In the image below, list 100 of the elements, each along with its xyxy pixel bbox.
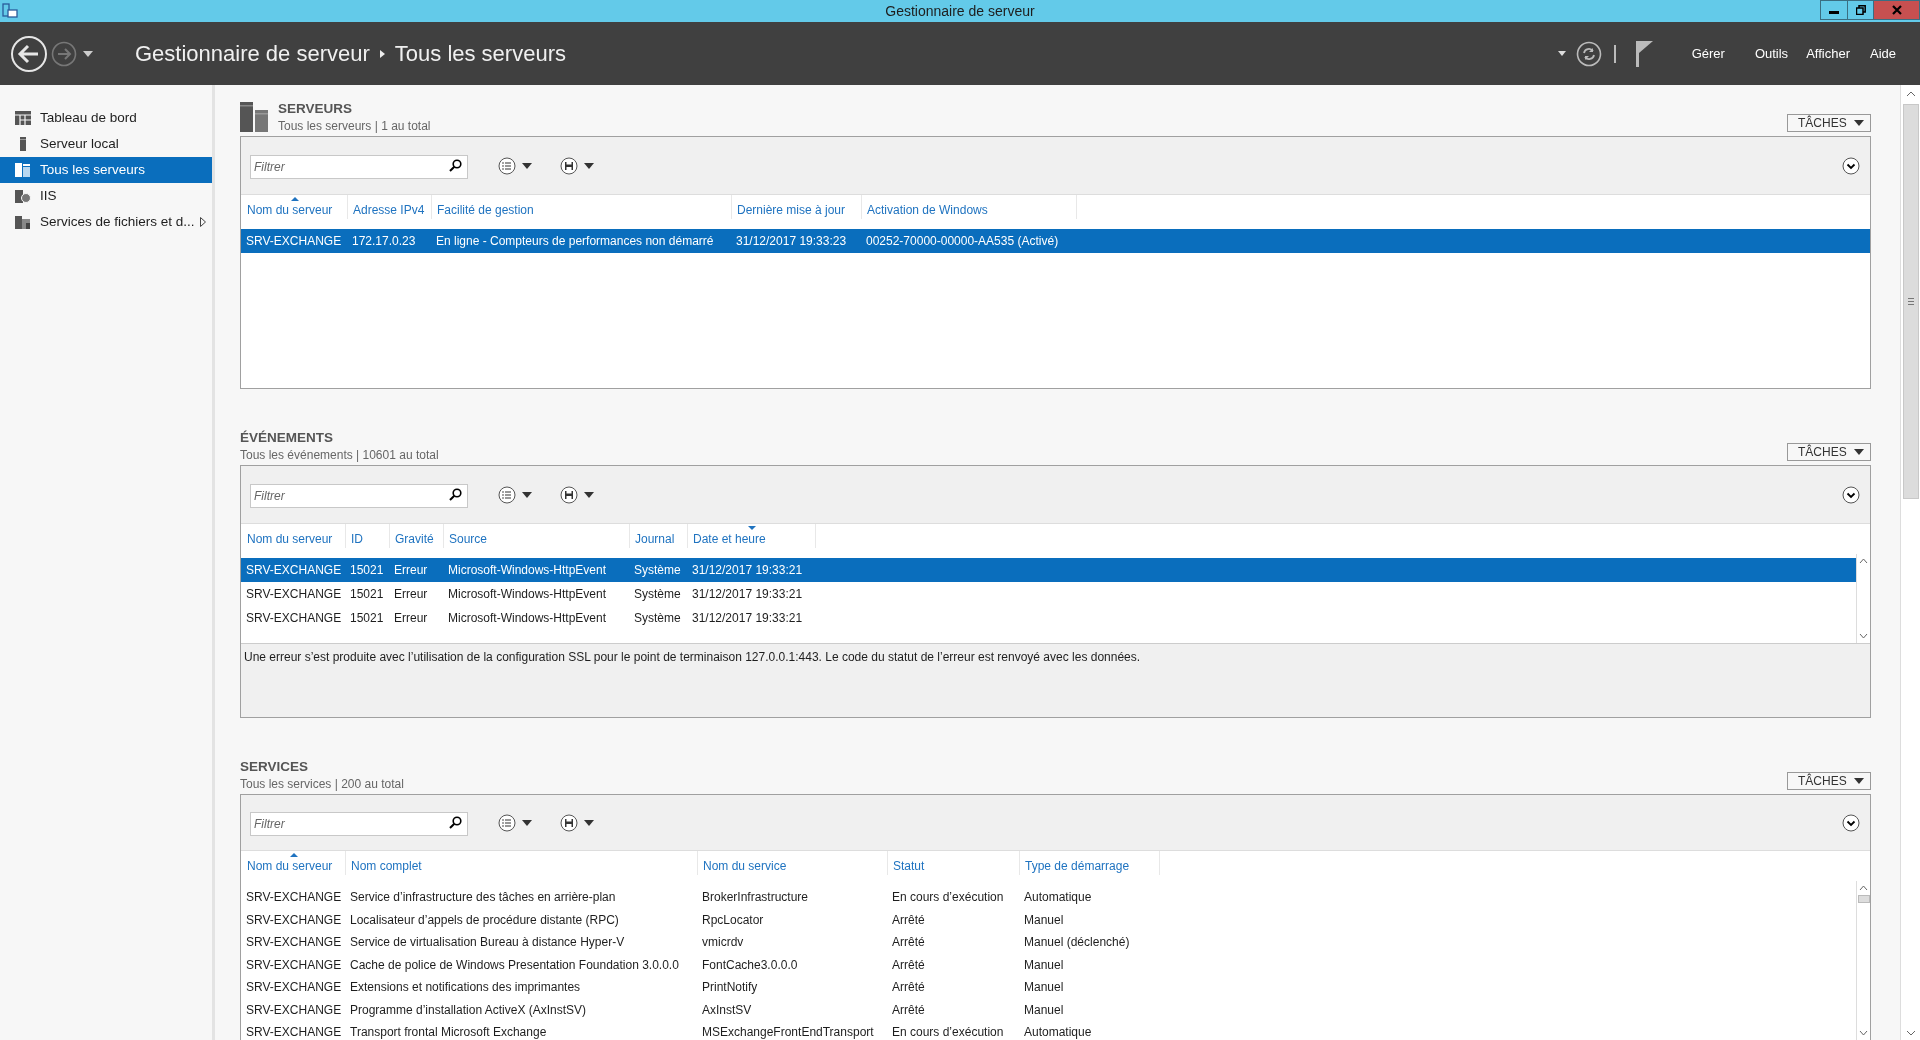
column-header[interactable]: Dernière mise à jour — [732, 195, 862, 219]
section-subtitle: Tous les serveurs | 1 au total — [278, 118, 432, 134]
minimize-button[interactable] — [1820, 0, 1848, 20]
table-cell-text: SRV-EXCHANGE — [245, 934, 343, 952]
save-query-button[interactable] — [560, 485, 594, 504]
tasks-button[interactable]: TÂCHES — [1787, 443, 1871, 461]
table-row[interactable]: SRV-EXCHANGE Service de virtualisation Bureau à distance Hyper-V vmicrdv Arrêté Manuel (déclenché) — [241, 931, 1856, 954]
table-cell-text: Arrêté — [891, 1001, 926, 1019]
menu-item[interactable]: Gérer — [1691, 43, 1725, 64]
table-row[interactable]: SRV-EXCHANGE 172.17.0.23 En ligne - Compteurs de performances non démarré 31/12/2017 19:33:23 00252-70000-00000-AA535 (Activé) — [241, 229, 1870, 253]
table-cell-text: Système — [633, 610, 682, 627]
table-row[interactable]: SRV-EXCHANGE Programme d’installation ActiveX (AxInstSV) AxInstSV Arrêté Manuel — [241, 998, 1856, 1021]
sidebar-item[interactable]: IIS — [0, 183, 212, 209]
scroll-thumb[interactable] — [1902, 104, 1919, 499]
close-button[interactable] — [1874, 0, 1920, 20]
column-header[interactable]: Nom du serveur — [242, 195, 348, 219]
table-row[interactable]: SRV-EXCHANGE Localisateur d’appels de procédure distante (RPC) RpcLocator Arrêté Manuel — [241, 908, 1856, 931]
collapse-button[interactable] — [1842, 156, 1860, 175]
table-cell-text: SRV-EXCHANGE — [245, 586, 343, 603]
page-scrollbar[interactable] — [1900, 85, 1920, 1040]
column-header[interactable]: Statut — [888, 851, 1020, 875]
table-row[interactable]: SRV-EXCHANGE 15021 Erreur Microsoft-Windows-HttpEvent Système 31/12/2017 19:33:21 — [241, 582, 1856, 606]
search-icon[interactable] — [449, 158, 462, 172]
list-options-button[interactable] — [498, 813, 532, 832]
table-cell-text: Erreur — [393, 586, 429, 603]
filter-field[interactable]: Filtrer — [250, 154, 468, 179]
table-cell-text: Microsoft-Windows-HttpEvent — [447, 586, 608, 603]
table-cell-text: FontCache3.0.0.0 — [701, 956, 799, 974]
column-header[interactable]: Nom complet — [346, 851, 698, 875]
table-cell-text: MSExchangeFrontEndTransport — [701, 1024, 875, 1040]
restore-button[interactable] — [1848, 0, 1874, 20]
table-cell-text: SRV-EXCHANGE — [245, 610, 343, 627]
history-dropdown-icon[interactable] — [83, 50, 93, 57]
table-row[interactable]: SRV-EXCHANGE Cache de police de Windows Presentation Foundation 3.0.0.0 FontCache3.0.0.0 Arrêté Manuel — [241, 953, 1856, 976]
filter-field[interactable]: Filtrer — [250, 811, 468, 836]
tasks-button[interactable]: TÂCHES — [1787, 114, 1871, 132]
sidebar-item[interactable]: Serveur local — [0, 131, 212, 157]
table-cell-text: SRV-EXCHANGE — [245, 956, 343, 974]
menu-item[interactable]: Outils — [1754, 43, 1789, 64]
table-cell-text: Localisateur d’appels de procédure distante (RPC) — [349, 911, 620, 929]
scrollbar[interactable] — [1856, 554, 1870, 643]
collapse-button[interactable] — [1842, 813, 1860, 832]
caret-icon — [584, 819, 594, 826]
sidebar-item[interactable]: Services de fichiers et d... — [0, 209, 212, 235]
column-header[interactable]: ID — [346, 524, 390, 548]
dropdown-caret-icon[interactable] — [1557, 51, 1566, 56]
collapse-button[interactable] — [1842, 485, 1860, 504]
sort-ascending-icon — [290, 197, 299, 201]
column-header[interactable]: Journal — [630, 524, 688, 548]
table-cell-text: Service d’infrastructure des tâches en arrière-plan — [349, 889, 617, 907]
table-cell-text: PrintNotify — [701, 979, 759, 997]
column-header[interactable]: Source — [444, 524, 630, 548]
list-options-button[interactable] — [498, 156, 532, 175]
table-cell-text: Arrêté — [891, 979, 926, 997]
menu-item[interactable]: Afficher — [1806, 43, 1850, 64]
table-row[interactable]: SRV-EXCHANGE 15021 Erreur Microsoft-Windows-HttpEvent Système 31/12/2017 19:33:21 — [241, 558, 1856, 582]
table-cell-text: RpcLocator — [701, 911, 765, 929]
column-header[interactable]: Nom du service — [698, 851, 888, 875]
expand-arrow-icon[interactable] — [200, 217, 206, 227]
column-header[interactable]: Activation de Windows — [862, 195, 1077, 219]
column-header[interactable]: Gravité — [390, 524, 444, 548]
table-row[interactable]: SRV-EXCHANGE Extensions et notifications des imprimantes PrintNotify Arrêté Manuel — [241, 976, 1856, 999]
column-header[interactable]: Nom du serveur — [242, 524, 346, 548]
scroll-thumb[interactable] — [1857, 895, 1870, 903]
tasks-button[interactable]: TÂCHES — [1787, 772, 1871, 790]
column-header[interactable]: Date et heure — [688, 524, 816, 548]
scroll-down-icon — [1859, 633, 1868, 639]
table-cell-text: Système — [633, 586, 682, 603]
breadcrumb-separator-icon — [379, 49, 385, 58]
restore-icon — [1855, 5, 1866, 15]
notifications-flag-icon[interactable] — [1635, 40, 1654, 67]
search-icon[interactable] — [449, 815, 462, 829]
table-row[interactable]: SRV-EXCHANGE Transport frontal Microsoft Exchange MSExchangeFrontEndTransport En cours d’exécution Automatique — [241, 1021, 1856, 1040]
table-cell-text: SRV-EXCHANGE — [245, 1024, 343, 1040]
refresh-button[interactable] — [1575, 40, 1602, 67]
table-cell-text: Automatique — [1023, 889, 1093, 907]
list-options-button[interactable] — [498, 485, 532, 504]
sidebar-item[interactable]: Tableau de bord — [0, 105, 212, 131]
column-header[interactable]: Adresse IPv4 — [348, 195, 432, 219]
table-cell-text: Erreur — [393, 562, 429, 579]
save-query-button[interactable] — [560, 156, 594, 175]
caret-icon — [1854, 778, 1864, 784]
sidebar-item[interactable]: Tous les serveurs — [0, 157, 212, 183]
search-icon[interactable] — [449, 487, 462, 501]
save-query-button[interactable] — [560, 813, 594, 832]
menu-item[interactable]: Aide — [1869, 43, 1896, 64]
caret-icon — [584, 491, 594, 498]
filter-field[interactable]: Filtrer — [250, 483, 468, 508]
back-button[interactable] — [10, 34, 48, 73]
scrollbar[interactable] — [1856, 881, 1870, 1040]
column-header[interactable]: Facilité de gestion — [432, 195, 732, 219]
column-header[interactable]: Type de démarrage — [1020, 851, 1160, 875]
servers-section-icon — [240, 102, 268, 132]
table-row[interactable]: SRV-EXCHANGE 15021 Erreur Microsoft-Windows-HttpEvent Système 31/12/2017 19:33:21 — [241, 606, 1856, 630]
table-row[interactable]: SRV-EXCHANGE Service d’infrastructure des tâches en arrière-plan BrokerInfrastructure En cours d’exécution Automatique — [241, 886, 1856, 909]
file-server-icon — [15, 215, 31, 229]
column-header[interactable]: Nom du serveur — [242, 851, 346, 875]
caret-icon — [522, 819, 532, 826]
app-icon — [2, 3, 18, 19]
breadcrumb-item[interactable]: Gestionnaire de serveur — [135, 37, 370, 70]
